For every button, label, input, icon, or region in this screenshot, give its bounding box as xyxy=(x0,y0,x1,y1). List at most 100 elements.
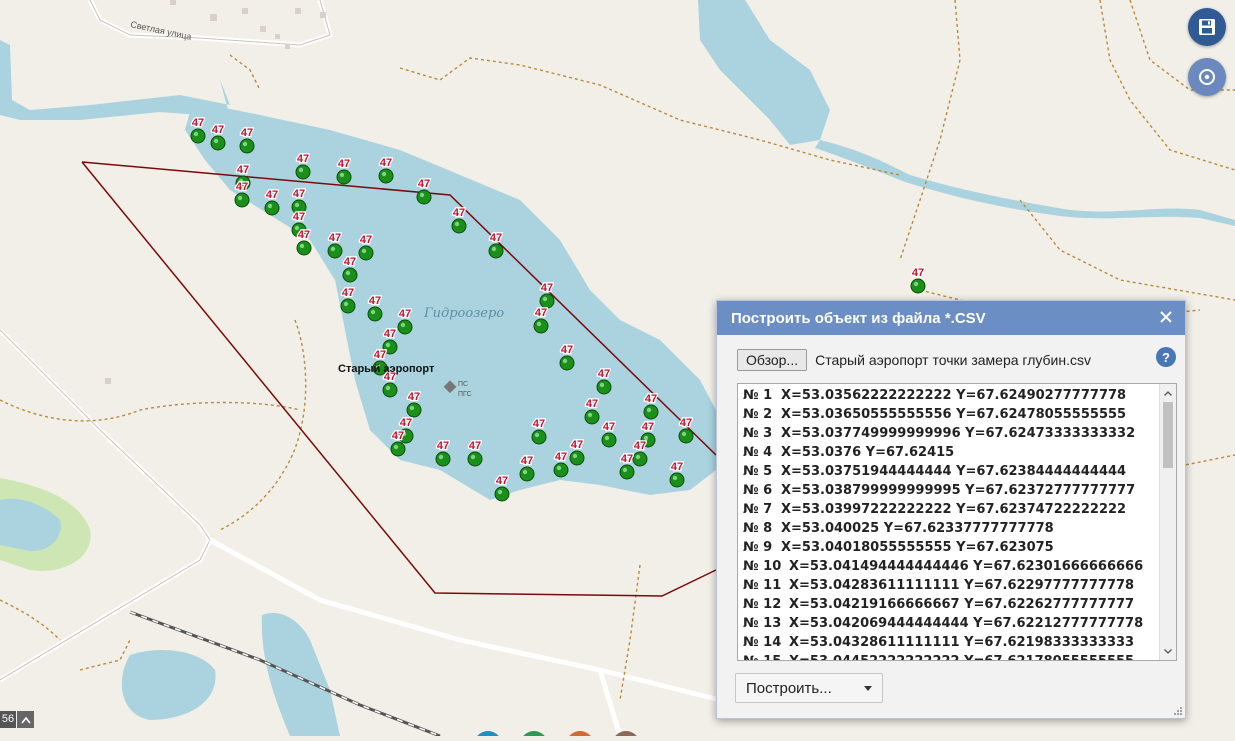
depth-label: 47 xyxy=(453,207,465,219)
depth-label: 47 xyxy=(392,430,404,442)
point-number: № 11 xyxy=(743,578,782,593)
depth-label: 47 xyxy=(400,417,412,429)
point-number: № 5 xyxy=(743,464,773,479)
list-item[interactable]: № 6 X=53.038799999999995 Y=67.62372777777… xyxy=(743,481,1163,500)
depth-label: 47 xyxy=(297,153,309,165)
file-name: Старый аэропорт точки замера глубин.csv xyxy=(815,352,1091,368)
list-item[interactable]: № 14 X=53.04328611111111 Y=67.62198333333… xyxy=(743,633,1163,652)
list-item[interactable]: № 15X=53.04452222222222 Y=67.62178055555… xyxy=(743,652,1163,660)
depth-label: 47 xyxy=(555,451,567,463)
point-coords: X=53.04328611111111 Y=67.62198333333333 xyxy=(789,635,1135,650)
build-dropdown[interactable]: Построить... xyxy=(735,673,883,703)
point-coords: X=53.042069444444444 Y=67.62212777777778 xyxy=(789,616,1144,631)
browse-button[interactable]: Обзор... xyxy=(737,349,808,371)
scroll-down-icon[interactable] xyxy=(1160,644,1176,658)
list-scrollbar[interactable] xyxy=(1159,384,1176,660)
point-coords: X=53.040025 Y=67.62337777777778 xyxy=(781,521,1054,536)
list-item[interactable]: № 9 X=53.04018055555555 Y=67.623075 xyxy=(743,538,1163,557)
depth-label: 47 xyxy=(293,188,305,200)
list-item[interactable]: № 12 X=53.04219166666667 Y=67.62262777777… xyxy=(743,595,1163,614)
point-coords: X=53.04283611111111 Y=67.62297777777778 xyxy=(789,578,1135,593)
depth-label: 47 xyxy=(237,164,249,176)
close-button[interactable] xyxy=(1155,306,1177,328)
file-row: Обзор... Старый аэропорт точки замера гл… xyxy=(737,349,1091,371)
csv-import-dialog: Построить объект из файла *.CSV Обзор...… xyxy=(716,300,1186,719)
depth-label: 47 xyxy=(399,308,411,320)
list-item[interactable]: № 11 X=53.04283611111111 Y=67.62297777777… xyxy=(743,576,1163,595)
depth-label: 47 xyxy=(634,440,646,452)
depth-label: 47 xyxy=(598,368,610,380)
depth-label: 47 xyxy=(418,178,430,190)
points-list[interactable]: № 1 X=53.03562222222222 Y=67.624902777777… xyxy=(737,383,1177,661)
depth-label: 47 xyxy=(571,439,583,451)
depth-label: 47 xyxy=(521,455,533,467)
list-item[interactable]: № 8 X=53.040025 Y=67.62337777777778 xyxy=(743,519,1163,538)
depth-label: 47 xyxy=(586,398,598,410)
point-coords: X=53.04219166666667 Y=67.62262777777777 xyxy=(789,597,1135,612)
scroll-thumb[interactable] xyxy=(1163,402,1173,468)
point-coords: X=53.041494444444446 Y=67.62301666666666 xyxy=(789,559,1144,574)
depth-label: 47 xyxy=(490,232,502,244)
stream-east xyxy=(815,140,1235,226)
scale-readout: 56 xyxy=(0,711,16,728)
point-coords: X=53.03650555555556 Y=67.62478055555555 xyxy=(781,407,1127,422)
help-icon[interactable]: ? xyxy=(1156,347,1176,367)
depth-label: 47 xyxy=(603,421,615,433)
save-button[interactable] xyxy=(1188,8,1226,46)
depth-label: 47 xyxy=(469,440,481,452)
point-coords: X=53.03997222222222 Y=67.62374722222222 xyxy=(781,502,1127,517)
point-number: № 9 xyxy=(743,540,773,555)
scale-toggle-button[interactable] xyxy=(17,711,34,728)
road-3 xyxy=(597,669,623,737)
list-item[interactable]: № 2 X=53.03650555555556 Y=67.624780555555… xyxy=(743,405,1163,424)
list-item[interactable]: № 7 X=53.03997222222222 Y=67.623747222222… xyxy=(743,500,1163,519)
depth-label: 47 xyxy=(533,418,545,430)
point-coords: X=53.03562222222222 Y=67.62490277777778 xyxy=(781,388,1127,403)
point-coords: X=53.04452222222222 Y=67.62178055555555 xyxy=(789,654,1134,660)
list-item[interactable]: № 4 X=53.0376 Y=67.62415 xyxy=(743,443,1163,462)
point-coords: X=53.04018055555555 Y=67.623075 xyxy=(781,540,1054,555)
depth-label: 47 xyxy=(535,307,547,319)
depth-label: 47 xyxy=(374,349,386,361)
scroll-up-icon[interactable] xyxy=(1160,386,1176,400)
list-item[interactable]: № 5 X=53.03751944444444 Y=67.623844444444… xyxy=(743,462,1163,481)
caret-down-icon xyxy=(864,686,872,691)
list-item[interactable]: № 13 X=53.042069444444444 Y=67.6221277777… xyxy=(743,614,1163,633)
airport-label: Старый аэропорт xyxy=(338,363,435,375)
road-4 xyxy=(87,0,334,48)
point-number: № 4 xyxy=(743,445,773,460)
depth-label: 47 xyxy=(437,440,449,452)
depth-label: 47 xyxy=(541,282,553,294)
lake-north xyxy=(698,0,830,145)
close-icon xyxy=(1160,311,1172,323)
depth-label: 47 xyxy=(342,287,354,299)
svg-text:ПГС: ПГС xyxy=(458,391,472,398)
locate-button[interactable] xyxy=(1188,58,1226,96)
pond-south-left xyxy=(121,650,216,720)
depth-label: 47 xyxy=(384,328,396,340)
depth-label: 47 xyxy=(329,232,341,244)
point-number: № 2 xyxy=(743,407,773,422)
pond-south-mid xyxy=(261,612,340,736)
depth-label: 47 xyxy=(360,234,372,246)
list-item[interactable]: № 3 X=53.037749999999996 Y=67.62473333333… xyxy=(743,424,1163,443)
depth-label: 47 xyxy=(680,417,692,429)
point-coords: X=53.037749999999996 Y=67.62473333333332 xyxy=(781,426,1136,441)
depth-label: 47 xyxy=(642,421,654,433)
dialog-header: Построить объект из файла *.CSV xyxy=(717,301,1185,335)
depth-label: 47 xyxy=(212,124,224,136)
depth-point-marker[interactable]: 47 xyxy=(296,228,312,256)
depth-point-marker[interactable]: 47 xyxy=(910,266,926,294)
list-item[interactable]: № 10 X=53.041494444444446 Y=67.6230166666… xyxy=(743,557,1163,576)
point-number: № 7 xyxy=(743,502,773,517)
depth-label: 47 xyxy=(266,189,278,201)
depth-label: 47 xyxy=(671,461,683,473)
river-left xyxy=(0,40,230,120)
point-number: № 13 xyxy=(743,616,782,631)
point-number: № 1 xyxy=(743,388,773,403)
point-number: № 14 xyxy=(743,635,782,650)
resize-grip-icon[interactable] xyxy=(1173,706,1183,716)
list-item[interactable]: № 1 X=53.03562222222222 Y=67.624902777777… xyxy=(743,386,1163,405)
road-4-edge xyxy=(89,0,331,46)
dialog-title: Построить объект из файла *.CSV xyxy=(731,309,986,327)
